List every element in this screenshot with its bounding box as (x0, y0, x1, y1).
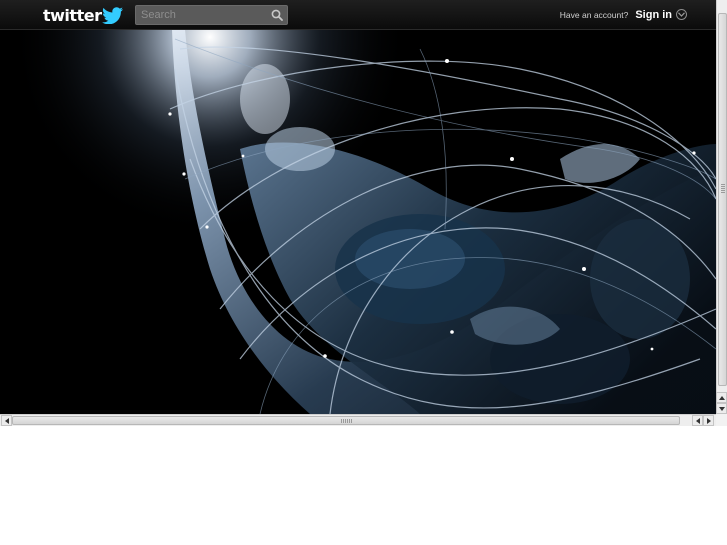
scroll-left-button[interactable] (1, 415, 12, 426)
scroll-down-button[interactable] (716, 403, 727, 414)
arrow-down-icon (718, 406, 725, 411)
scroll-right-button[interactable] (703, 415, 714, 426)
search-input[interactable] (136, 6, 266, 24)
scroll-left-button-secondary[interactable] (692, 415, 703, 426)
arrow-up-icon (718, 395, 725, 400)
horizontal-scroll-thumb[interactable] (12, 416, 680, 425)
arrow-right-icon (706, 417, 711, 424)
scrollbar-corner (716, 414, 727, 426)
vertical-scrollbar[interactable] (716, 0, 727, 414)
browser-viewport: twitter Have an account? Sign in (0, 0, 727, 426)
account-area: Have an account? Sign in (560, 0, 687, 29)
twitter-logo[interactable]: twitter (43, 4, 124, 26)
background-artwork (0, 29, 716, 414)
arrow-left-icon (695, 417, 700, 424)
horizontal-scrollbar[interactable] (0, 414, 716, 426)
top-bar: twitter Have an account? Sign in (0, 0, 716, 30)
have-account-label: Have an account? (559, 9, 629, 20)
scroll-up-button[interactable] (716, 392, 727, 403)
search-box (135, 5, 288, 25)
search-icon[interactable] (271, 9, 283, 21)
logo-text: twitter (43, 5, 102, 25)
sign-in-link[interactable]: Sign in (635, 9, 672, 21)
twitter-bird-icon (102, 6, 124, 24)
abstract-sculpture-image (0, 29, 716, 414)
chevron-down-icon[interactable] (676, 9, 687, 20)
vertical-scroll-thumb[interactable] (718, 13, 727, 386)
arrow-left-icon (4, 417, 9, 424)
